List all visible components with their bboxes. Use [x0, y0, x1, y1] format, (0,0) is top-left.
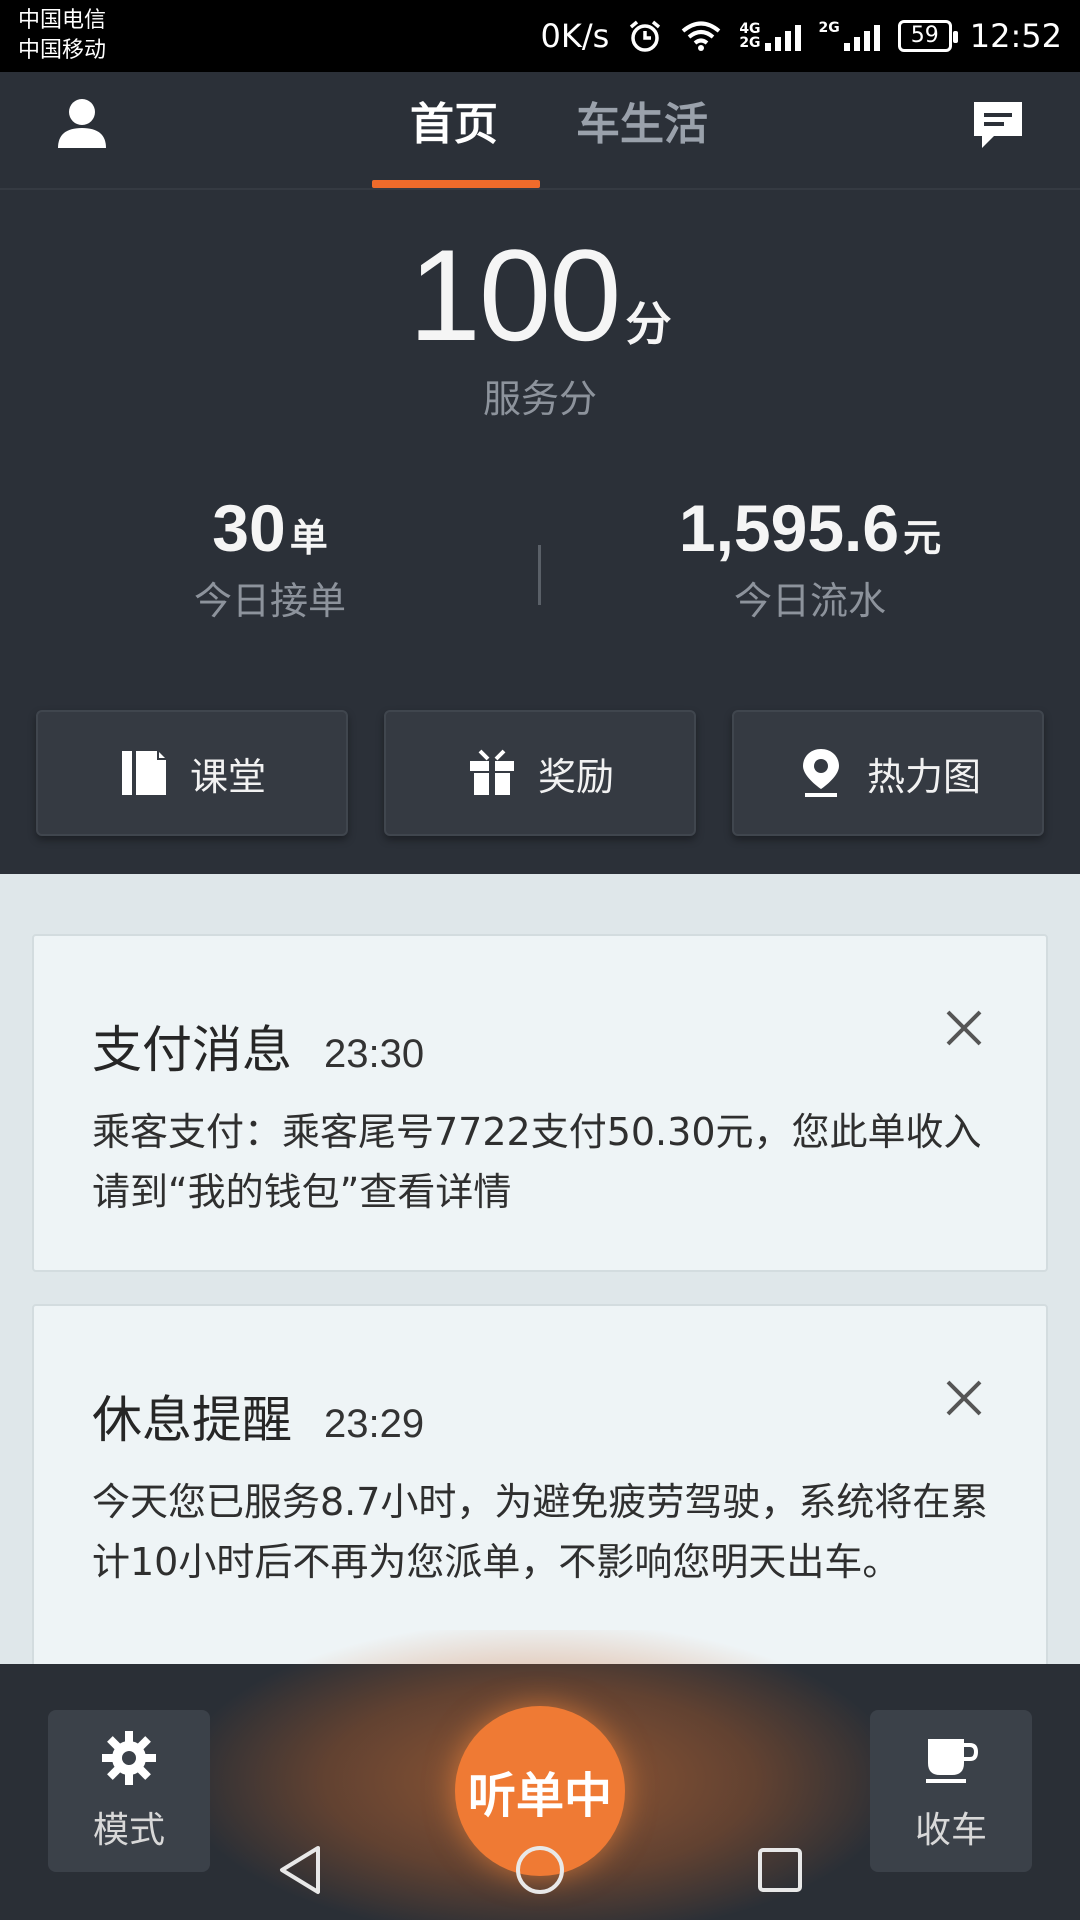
message-list: 支付消息 23:30 乘客支付：乘客尾号7722支付50.30元，您此单收入请到…: [0, 874, 1080, 1664]
tab-car-life[interactable]: 车生活: [576, 90, 708, 160]
rewards-label: 奖励: [537, 754, 614, 799]
service-score: 100 分: [0, 220, 1080, 370]
message-title: 支付消息: [92, 1021, 292, 1079]
service-score-value: 100: [408, 222, 622, 368]
message-title: 休息提醒: [92, 1391, 292, 1449]
close-icon[interactable]: [942, 1006, 986, 1050]
today-revenue-label: 今日流水: [733, 579, 886, 623]
today-revenue-value: 1,595.6: [678, 491, 900, 565]
status-indicators: 0K/s 4G 2G 2G 59 12:52: [541, 10, 1062, 62]
today-orders-label: 今日接单: [193, 579, 346, 623]
message-header: 休息提醒 23:29: [92, 1380, 424, 1452]
rewards-button[interactable]: 奖励: [384, 710, 696, 836]
today-orders-value: 30: [212, 491, 286, 565]
status-bar: 中国电信 中国移动 0K/s 4G 2G 2G 59 12:52: [0, 0, 1080, 72]
wifi-icon: [681, 20, 721, 52]
message-time: 23:30: [324, 1032, 425, 1076]
today-orders-unit: 单: [289, 516, 328, 560]
carrier-info: 中国电信 中国移动: [18, 6, 106, 66]
signal-icon: 4G 2G: [739, 21, 801, 51]
today-revenue-unit: 元: [903, 516, 942, 560]
service-score-label: 服务分: [482, 377, 597, 421]
profile-icon[interactable]: [52, 94, 112, 154]
signal-icon-2: 2G: [819, 21, 880, 51]
quick-actions: 课堂 奖励 热力图: [36, 710, 1044, 836]
message-icon[interactable]: [968, 94, 1028, 154]
classroom-label: 课堂: [189, 754, 266, 799]
network-type-2: 2G: [818, 20, 840, 36]
recent-apps-icon[interactable]: [752, 1840, 808, 1900]
today-orders: 30 单 今日接单: [0, 490, 540, 625]
tab-home[interactable]: 首页: [410, 90, 498, 160]
network-speed: 0K/s: [540, 17, 610, 55]
back-icon[interactable]: [272, 1840, 328, 1900]
heatmap-label: 热力图: [866, 754, 981, 799]
clock: 12:52: [969, 17, 1062, 55]
active-tab-indicator: [372, 180, 540, 188]
book-icon: [121, 751, 166, 795]
gear-icon: [102, 1731, 156, 1785]
message-time: 23:29: [324, 1402, 425, 1446]
gift-icon: [469, 749, 514, 795]
today-revenue: 1,595.6 元 今日流水: [540, 490, 1080, 625]
service-score-unit: 分: [625, 297, 672, 351]
network-type-1: 4G: [739, 21, 761, 37]
carrier-1: 中国电信: [18, 8, 107, 33]
dashboard-panel: 100分 服务分 30单 今日接单 1,595.6元 今日流水 课堂 奖励: [0, 190, 1080, 874]
message-header: 支付消息 23:30: [92, 1010, 424, 1082]
home-icon[interactable]: [512, 1840, 568, 1900]
close-icon[interactable]: [942, 1376, 986, 1420]
message-body: 乘客支付：乘客尾号7722支付50.30元，您此单收入请到“我的钱包”查看详情: [92, 1110, 982, 1214]
coffee-cup-icon: [926, 1739, 979, 1783]
message-card[interactable]: 休息提醒 23:29 今天您已服务8.7小时，为避免疲劳驾驶，系统将在累计10小…: [32, 1304, 1048, 1664]
heatmap-button[interactable]: 热力图: [732, 710, 1044, 836]
carrier-2: 中国移动: [18, 38, 107, 63]
top-nav: 首页 车生活: [0, 72, 1080, 190]
alarm-icon: [627, 18, 663, 54]
network-type-1b: 2G: [739, 35, 761, 51]
message-card[interactable]: 支付消息 23:30 乘客支付：乘客尾号7722支付50.30元，您此单收入请到…: [32, 934, 1048, 1272]
classroom-button[interactable]: 课堂: [36, 710, 348, 836]
location-pin-icon: [802, 749, 839, 797]
battery-icon: 59: [897, 20, 958, 52]
system-nav-bar: [0, 1830, 1080, 1920]
message-body: 今天您已服务8.7小时，为避免疲劳驾驶，系统将在累计10小时后不再为您派单，不影…: [92, 1480, 989, 1584]
